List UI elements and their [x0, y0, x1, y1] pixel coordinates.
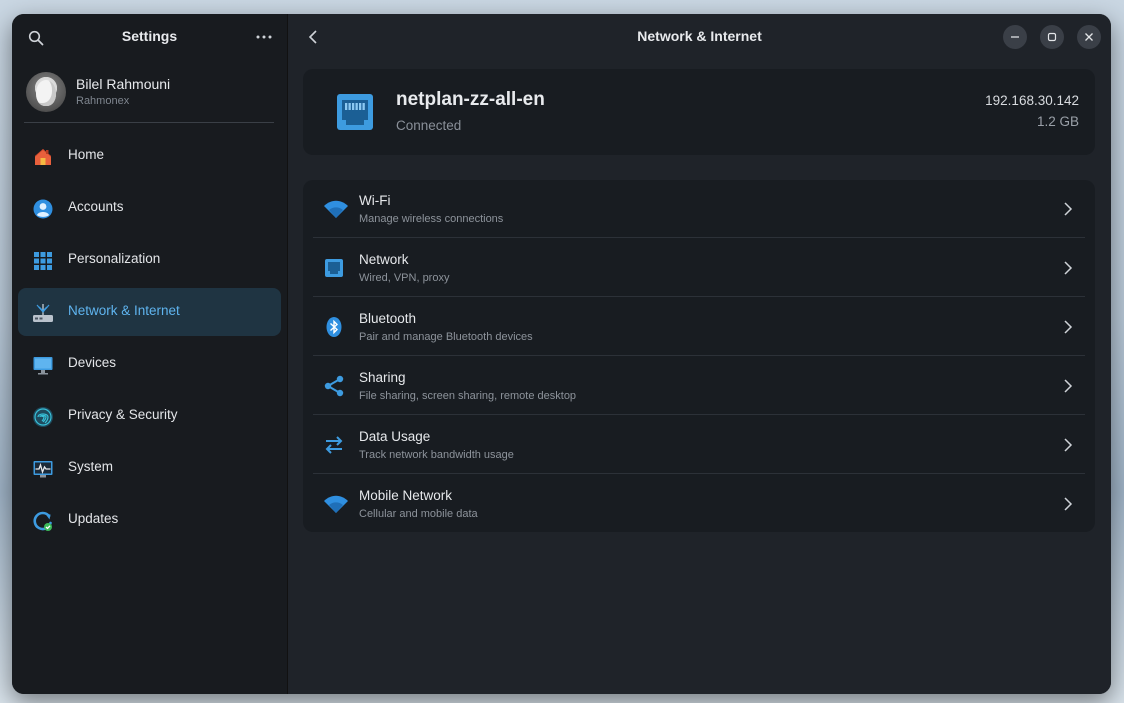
row-subtitle: File sharing, screen sharing, remote des… [359, 390, 577, 402]
minimize-icon [1011, 36, 1019, 38]
maximize-button[interactable] [1040, 25, 1064, 49]
share-icon [323, 375, 345, 397]
system-monitor-icon [32, 458, 54, 480]
connection-name: netplan-zz-all-en [396, 89, 545, 110]
data-usage-value: 1.2 GB [1036, 114, 1079, 129]
sidebar-header: Settings [12, 14, 287, 60]
row-divider [313, 414, 1085, 415]
row-subtitle: Cellular and mobile data [359, 508, 478, 520]
network-options-list: Wi-Fi Manage wireless connections Networ… [303, 180, 1095, 532]
chevron-right-icon [1061, 437, 1075, 453]
row-divider [313, 296, 1085, 297]
row-divider [313, 355, 1085, 356]
row-title: Mobile Network [359, 488, 453, 503]
row-divider [313, 473, 1085, 474]
settings-window: Settings Bilel Rahmouni Rahmonex Home Ac… [12, 14, 1111, 694]
sidebar-item-label: Updates [68, 511, 119, 526]
sidebar: Settings Bilel Rahmouni Rahmonex Home Ac… [12, 14, 288, 694]
sidebar-item-label: Network & Internet [68, 303, 180, 318]
user-profile[interactable]: Bilel Rahmouni Rahmonex [26, 72, 276, 122]
sidebar-item-home[interactable]: Home [18, 132, 281, 180]
row-title: Network [359, 252, 409, 267]
sidebar-item-personalization[interactable]: Personalization [18, 236, 281, 284]
sidebar-item-privacy-security[interactable]: Privacy & Security [18, 392, 281, 440]
profile-username: Rahmonex [76, 95, 130, 107]
row-title: Data Usage [359, 429, 431, 444]
profile-name: Bilel Rahmouni [76, 76, 171, 92]
chevron-right-icon [1061, 496, 1075, 512]
avatar [26, 72, 66, 112]
close-icon [1085, 33, 1093, 41]
more-options-icon[interactable] [252, 27, 276, 47]
sidebar-title: Settings [121, 28, 178, 44]
list-item-sharing[interactable]: Sharing File sharing, screen sharing, re… [313, 357, 1085, 415]
update-icon [32, 510, 54, 532]
row-title: Wi-Fi [359, 193, 391, 208]
grid-icon [32, 250, 54, 272]
row-subtitle: Track network bandwidth usage [359, 449, 514, 461]
ethernet-icon [336, 93, 374, 131]
main-panel: Network & Internet netplan-zz-all-en Con… [288, 14, 1111, 694]
wifi-icon [323, 493, 348, 515]
monitor-icon [32, 354, 54, 376]
connection-card[interactable]: netplan-zz-all-en Connected 192.168.30.1… [303, 69, 1095, 155]
bluetooth-icon [323, 316, 345, 338]
ethernet-icon [323, 257, 345, 279]
list-item-network[interactable]: Network Wired, VPN, proxy [313, 239, 1085, 297]
connection-status: Connected [396, 118, 462, 133]
wifi-icon [323, 198, 348, 220]
maximize-icon [1047, 32, 1057, 42]
row-subtitle: Manage wireless connections [359, 213, 504, 225]
sidebar-item-label: Devices [68, 355, 117, 370]
row-subtitle: Wired, VPN, proxy [359, 272, 450, 284]
sidebar-item-network-internet[interactable]: Network & Internet [18, 288, 281, 336]
row-title: Bluetooth [359, 311, 417, 326]
transfer-icon [323, 434, 345, 456]
fingerprint-icon [32, 406, 54, 428]
minimize-button[interactable] [1003, 25, 1027, 49]
chevron-right-icon [1061, 260, 1075, 276]
sidebar-item-label: Privacy & Security [68, 407, 178, 422]
list-item-mobile-network[interactable]: Mobile Network Cellular and mobile data [313, 475, 1085, 533]
sidebar-item-label: Personalization [68, 251, 161, 266]
network-icon [32, 302, 54, 324]
list-item-bluetooth[interactable]: Bluetooth Pair and manage Bluetooth devi… [313, 298, 1085, 356]
page-title: Network & Internet [637, 28, 762, 44]
sidebar-item-accounts[interactable]: Accounts [18, 184, 281, 232]
chevron-right-icon [1061, 378, 1075, 394]
sidebar-item-label: System [68, 459, 114, 474]
sidebar-item-system[interactable]: System [18, 444, 281, 492]
row-title: Sharing [359, 370, 406, 385]
list-item-wifi[interactable]: Wi-Fi Manage wireless connections [313, 180, 1085, 238]
sidebar-item-devices[interactable]: Devices [18, 340, 281, 388]
row-divider [313, 237, 1085, 238]
main-header: Network & Internet [288, 14, 1111, 60]
sidebar-divider [24, 122, 274, 123]
sidebar-item-updates[interactable]: Updates [18, 496, 281, 544]
sidebar-nav: Home Accounts Personalization Network & … [18, 132, 281, 548]
home-icon [32, 146, 54, 168]
ip-address: 192.168.30.142 [985, 93, 1079, 108]
chevron-right-icon [1061, 319, 1075, 335]
sidebar-item-label: Home [68, 147, 105, 162]
chevron-right-icon [1061, 201, 1075, 217]
list-item-data-usage[interactable]: Data Usage Track network bandwidth usage [313, 416, 1085, 474]
sidebar-item-label: Accounts [68, 199, 124, 214]
close-button[interactable] [1077, 25, 1101, 49]
account-icon [32, 198, 54, 220]
row-subtitle: Pair and manage Bluetooth devices [359, 331, 533, 343]
